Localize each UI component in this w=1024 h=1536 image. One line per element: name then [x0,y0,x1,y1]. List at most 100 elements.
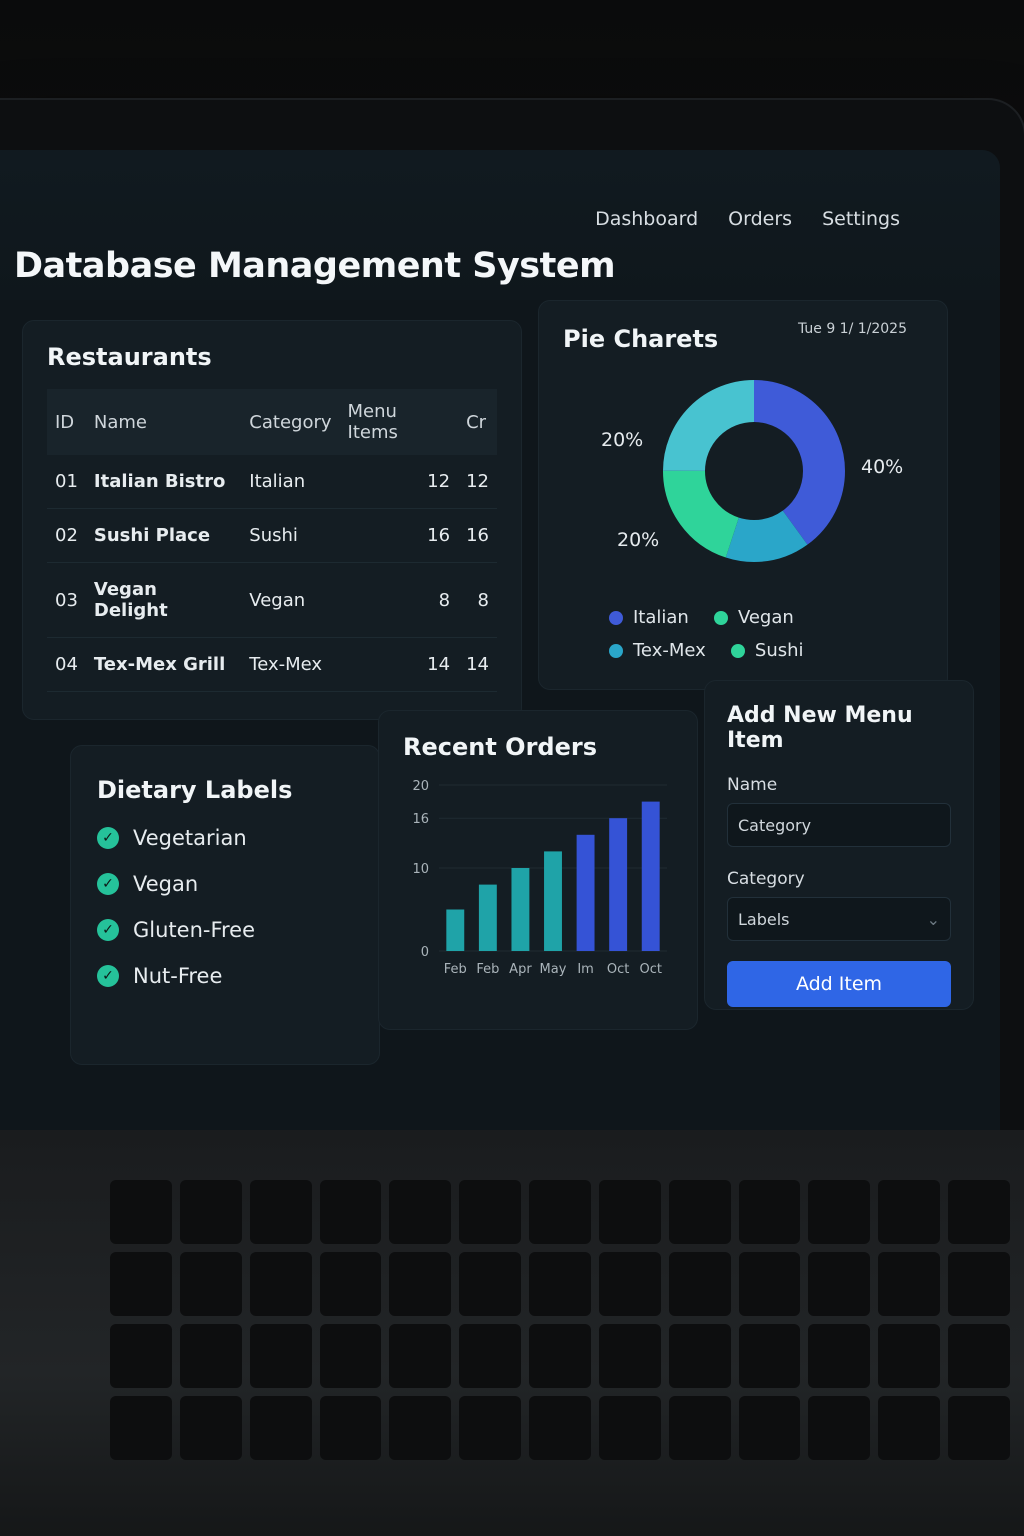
keyboard-key [459,1324,522,1388]
dietary-label: Nut-Free [133,964,223,988]
app-header: Database Management System Dashboard Ord… [0,150,1000,300]
x-tick-label: Im [577,962,594,977]
name-label: Name [727,775,778,795]
dietary-title: Dietary Labels [97,776,293,804]
keyboard-key [808,1252,871,1316]
pie-legend: Italian Vegan Tex-Mex Sushi [609,601,929,667]
keyboard-key [319,1396,382,1460]
pie-label-left-top: 20% [601,429,644,451]
bar-5[interactable] [609,818,628,951]
cell-id: 02 [47,508,86,563]
pie-label-right: 40% [861,456,904,478]
cell-name: Italian Bistro [85,455,242,509]
keyboard-key [389,1324,452,1388]
x-tick-label: Feb [444,962,467,977]
cell-menu-items: 16 [339,508,459,563]
cell-id: 01 [47,455,86,509]
dietary-item[interactable]: ✓ Vegan [97,872,353,896]
bar-3[interactable] [544,851,562,951]
cell-cr: 12 [458,455,497,509]
keyboard-key [948,1180,1010,1244]
keyboard-key [319,1252,382,1316]
screen: Database Management System Dashboard Ord… [0,150,1000,1160]
bar-2[interactable] [511,868,530,951]
dietary-label: Vegetarian [133,826,247,850]
legend-label: Vegan [737,607,794,628]
check-icon: ✓ [97,873,119,895]
y-tick-label: 0 [421,945,429,960]
keyboard-key [529,1180,591,1244]
table-row[interactable]: 02 Sushi Place Sushi 16 16 [47,508,497,563]
legend-label: Italian [633,607,689,628]
x-tick-label: May [540,962,567,977]
x-tick-label: Oct [607,962,629,977]
cell-category: Tex-Mex [241,637,340,692]
nav-orders[interactable]: Orders [728,208,792,230]
x-tick-label: Apr [509,962,532,977]
bar-6[interactable] [641,801,660,951]
bar-0[interactable] [446,909,465,952]
category-select[interactable]: Labels ⌄ [727,897,951,941]
legend-dot-icon [609,643,623,658]
name-input[interactable]: Category [727,803,951,847]
dietary-panel: Dietary Labels ✓ Vegetarian ✓ Vegan ✓ Gl… [70,745,380,1065]
dietary-item[interactable]: ✓ Vegetarian [97,826,353,850]
keyboard-key [110,1180,172,1244]
bar-1[interactable] [478,884,497,951]
dietary-item[interactable]: ✓ Gluten-Free [97,918,353,942]
cell-cr: 8 [458,562,497,638]
cell-cr: 16 [458,508,497,563]
keyboard-key [110,1396,172,1460]
keyboard-key [878,1396,941,1460]
keyboard-key [948,1396,1010,1460]
check-icon: ✓ [97,919,119,941]
keyboard-key [598,1396,661,1460]
keyboard-key [249,1180,312,1244]
keyboard-key [738,1252,801,1316]
donut-chart [663,380,845,562]
keyboard-key [738,1396,801,1460]
cell-menu-items: 14 [339,637,459,692]
table-row[interactable]: 04 Tex-Mex Grill Tex-Mex 14 14 [47,637,497,692]
keyboard-key [948,1324,1010,1388]
col-menu-items[interactable]: Menu Items [339,389,459,455]
keyboard-key [598,1324,661,1388]
cell-category: Vegan [241,562,340,638]
add-item-button[interactable]: Add Item [727,961,951,1007]
nav-settings[interactable]: Settings [822,208,900,230]
legend-item: Tex-Mex [609,640,706,661]
cell-name: Sushi Place [85,508,242,563]
y-tick-label: 10 [412,862,429,877]
cell-name: Vegan Delight [85,562,242,638]
cell-id: 03 [47,562,86,638]
cell-menu-items: 12 [339,455,459,509]
category-label: Category [727,869,805,889]
col-id[interactable]: ID [47,389,86,455]
keyboard-key [249,1324,312,1388]
check-icon: ✓ [97,827,119,849]
cell-menu-items: 8 [339,562,459,638]
col-cr[interactable]: Cr [458,389,497,455]
legend-label: Tex-Mex [633,640,706,661]
keyboard-key [598,1180,661,1244]
nav-dashboard[interactable]: Dashboard [595,208,698,230]
dietary-item[interactable]: ✓ Nut-Free [97,964,353,988]
pie-date: Tue 9 1/ 1/2025 [797,321,907,337]
keyboard-key [808,1324,871,1388]
table-row[interactable]: 01 Italian Bistro Italian 12 12 [47,455,497,509]
app-title: Database Management System [14,246,616,286]
keyboard-key [179,1396,242,1460]
col-category[interactable]: Category [241,389,340,455]
add-item-title: Add New Menu Item [727,703,913,753]
keyboard-key [179,1180,242,1244]
keyboard-key [948,1252,1010,1316]
col-name[interactable]: Name [85,389,242,455]
x-tick-label: Feb [476,962,499,977]
name-input-value: Category [738,815,812,835]
recent-orders-title: Recent Orders [403,733,597,761]
table-row[interactable]: 03 Vegan Delight Vegan 8 8 [47,562,497,638]
legend-dot-icon [730,643,745,658]
keyboard-key [389,1252,452,1316]
bar-4[interactable] [576,834,595,951]
keyboard-key [808,1396,871,1460]
